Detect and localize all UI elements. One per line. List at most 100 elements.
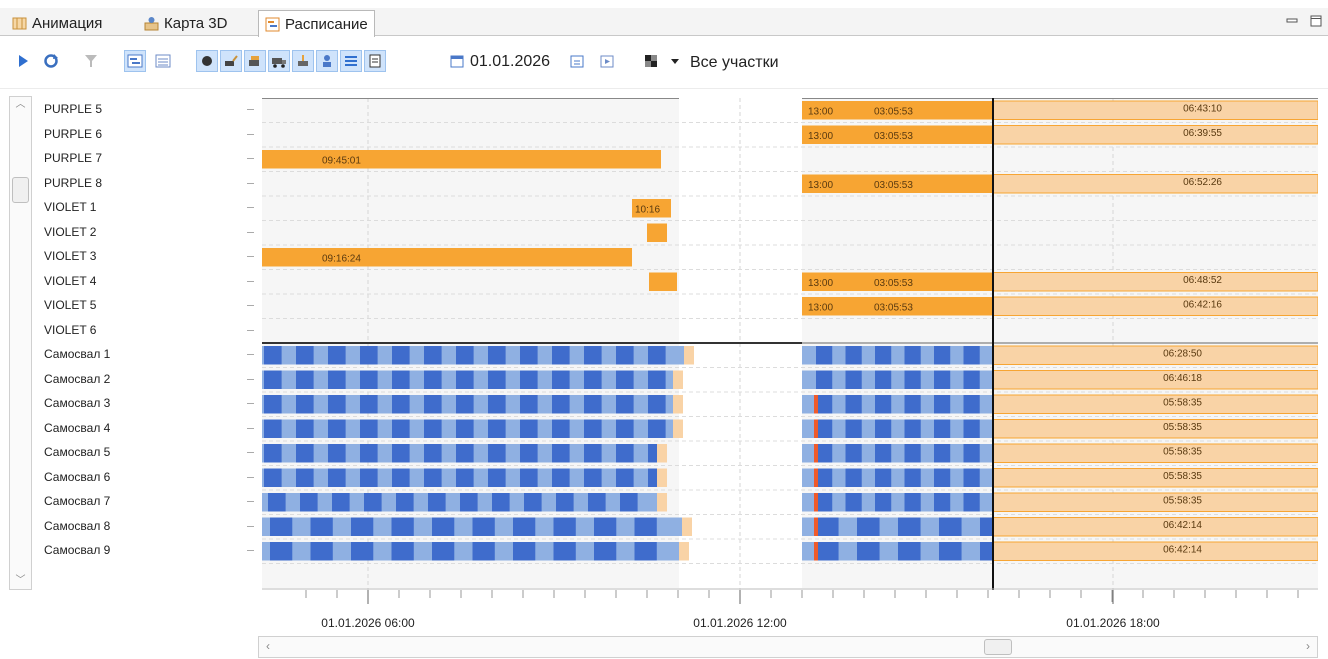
schedule-list-icon[interactable]	[340, 50, 362, 72]
row-label[interactable]: VIOLET 6	[44, 318, 254, 342]
haul-cycle[interactable]	[845, 370, 862, 390]
loader-icon[interactable]	[244, 50, 266, 72]
haul-cycle[interactable]	[648, 346, 666, 365]
row-label[interactable]: Самосвал 5	[44, 440, 254, 464]
row-label[interactable]: Самосвал 9	[44, 538, 254, 562]
delay-marker[interactable]	[814, 517, 818, 537]
haul-cycle[interactable]	[934, 419, 951, 439]
haul-cycle[interactable]	[616, 468, 634, 488]
haul-cycle[interactable]	[424, 346, 442, 365]
task-bar[interactable]	[649, 272, 677, 292]
haul-cycle[interactable]	[520, 444, 538, 463]
color-scheme-icon[interactable]	[640, 50, 662, 72]
haul-cycle[interactable]	[328, 419, 346, 439]
haul-cycle[interactable]	[816, 395, 833, 414]
calendar-pick-icon[interactable]	[566, 50, 588, 72]
ore-icon[interactable]	[196, 50, 218, 72]
haul-cycle[interactable]	[934, 444, 951, 463]
horizontal-scrollbar[interactable]: ‹ ›	[258, 636, 1318, 658]
haul-cycle[interactable]	[816, 346, 833, 365]
haul-cycle[interactable]	[492, 493, 510, 512]
haul-cycle[interactable]	[270, 517, 293, 537]
haul-cycle[interactable]	[963, 419, 980, 439]
haul-cycle[interactable]	[456, 419, 474, 439]
drill-icon[interactable]	[292, 50, 314, 72]
haul-cycle[interactable]	[488, 346, 506, 365]
haul-cycle[interactable]	[816, 542, 839, 561]
haul-cycle[interactable]	[268, 493, 286, 512]
haul-cycle[interactable]	[584, 370, 602, 390]
haul-cycle[interactable]	[904, 395, 921, 414]
haul-cycle[interactable]	[392, 346, 410, 365]
haul-cycle[interactable]	[391, 542, 414, 561]
worker-icon[interactable]	[316, 50, 338, 72]
haul-cycle[interactable]	[392, 468, 410, 488]
haul-cycle[interactable]	[904, 444, 921, 463]
row-label[interactable]: VIOLET 1	[44, 195, 254, 219]
haul-cycle[interactable]	[488, 419, 506, 439]
haul-cycle[interactable]	[520, 370, 538, 390]
excavator-icon[interactable]	[220, 50, 242, 72]
scroll-left-icon[interactable]: ‹	[261, 639, 275, 655]
haul-cycle[interactable]	[963, 370, 980, 390]
haul-cycle[interactable]	[934, 346, 951, 365]
delay-marker[interactable]	[814, 444, 818, 463]
haul-cycle[interactable]	[845, 419, 862, 439]
scroll-thumb[interactable]	[984, 639, 1012, 655]
filter-icon[interactable]	[80, 50, 102, 72]
haul-cycle[interactable]	[296, 419, 314, 439]
haul-cycle[interactable]	[616, 370, 634, 390]
haul-cycle[interactable]	[616, 346, 634, 365]
planned-task-bar[interactable]	[992, 443, 1318, 463]
delay-marker[interactable]	[814, 468, 818, 488]
row-label[interactable]: VIOLET 3	[44, 244, 254, 268]
row-label[interactable]: Самосвал 2	[44, 367, 254, 391]
haul-cycle[interactable]	[584, 419, 602, 439]
haul-cycle[interactable]	[963, 468, 980, 488]
scroll-right-icon[interactable]: ›	[1301, 639, 1315, 655]
haul-cycle[interactable]	[816, 444, 833, 463]
haul-cycle[interactable]	[584, 444, 602, 463]
task-bar[interactable]	[262, 248, 632, 267]
haul-cycle[interactable]	[328, 395, 346, 414]
row-label[interactable]: PURPLE 5	[44, 97, 254, 121]
haul-cycle[interactable]	[939, 517, 962, 537]
haul-cycle[interactable]	[816, 493, 833, 512]
haul-cycle[interactable]	[898, 542, 921, 561]
haul-cycle[interactable]	[520, 419, 538, 439]
delay-marker[interactable]	[814, 395, 818, 414]
haul-cycle[interactable]	[364, 493, 382, 512]
haul-cycle[interactable]	[875, 493, 892, 512]
scroll-thumb[interactable]	[12, 177, 29, 203]
haul-cycle[interactable]	[424, 444, 442, 463]
haul-cycle[interactable]	[845, 395, 862, 414]
haul-cycle[interactable]	[472, 517, 495, 537]
haul-cycle[interactable]	[963, 395, 980, 414]
haul-cycle[interactable]	[328, 346, 346, 365]
haul-cycle[interactable]	[456, 468, 474, 488]
delay-marker[interactable]	[814, 542, 818, 561]
tab-schedule[interactable]: Расписание	[258, 10, 375, 37]
haul-cycle[interactable]	[857, 517, 880, 537]
planned-task-bar[interactable]	[992, 100, 1318, 120]
planned-task-bar[interactable]	[992, 125, 1318, 145]
maximize-icon[interactable]	[1310, 14, 1322, 27]
haul-cycle[interactable]	[391, 517, 414, 537]
planned-task-bar[interactable]	[992, 272, 1318, 292]
row-label[interactable]: VIOLET 4	[44, 269, 254, 293]
haul-cycle[interactable]	[556, 493, 574, 512]
haul-cycle[interactable]	[456, 444, 474, 463]
haul-cycle[interactable]	[392, 370, 410, 390]
planned-task-bar[interactable]	[992, 468, 1318, 488]
haul-cycle[interactable]	[634, 542, 657, 561]
haul-cycle[interactable]	[898, 517, 921, 537]
date-display[interactable]: 01.01.2026	[470, 53, 550, 71]
list-view-icon[interactable]	[152, 50, 174, 72]
haul-cycle[interactable]	[875, 346, 892, 365]
haul-cycle[interactable]	[488, 468, 506, 488]
task-bar[interactable]	[647, 223, 667, 243]
haul-cycle[interactable]	[552, 419, 570, 439]
gantt-chart[interactable]: 13:00 03:05:53 06:43:10 13:00 03:05:53 06:39:…	[262, 98, 1318, 590]
haul-cycle[interactable]	[332, 493, 350, 512]
haul-cycle[interactable]	[616, 419, 634, 439]
